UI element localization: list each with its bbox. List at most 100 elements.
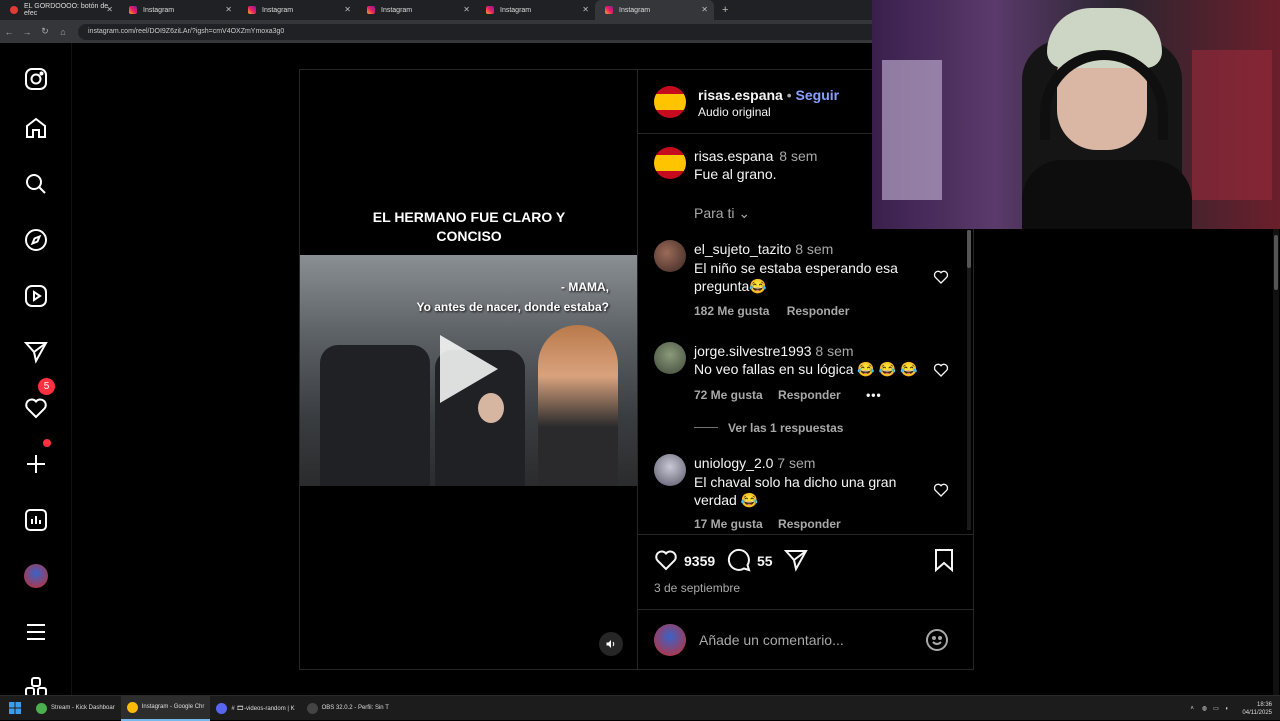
comment-time: 8 sem (795, 241, 834, 257)
new-activity-dot (43, 439, 51, 447)
reply-button[interactable]: Responder (778, 388, 841, 402)
tab-label: Instagram (619, 6, 651, 14)
taskbar-item[interactable]: # 🎞-videos-random | K (210, 696, 300, 721)
close-tab-icon[interactable]: ✕ (463, 5, 470, 14)
explore-compass-icon[interactable] (24, 228, 48, 252)
comment-likes[interactable]: 17 Me gusta (694, 517, 763, 531)
page-scroll-thumb[interactable] (1274, 235, 1278, 290)
dashboard-chart-icon[interactable] (24, 508, 48, 532)
taskbar-label: OBS 32.0.2 - Perfil: Sin T (321, 705, 389, 711)
url-text: instagram.com/reel/DOI9Z6ziLAr/?igsh=cmV… (88, 28, 285, 35)
audio-volume-icon[interactable] (599, 632, 623, 656)
browser-tab-active[interactable]: Instagram ✕ (595, 0, 714, 20)
instagram-logo-icon[interactable] (24, 67, 48, 91)
comment-likes[interactable]: 182 Me gusta (694, 304, 769, 318)
comment-avatar[interactable] (654, 342, 686, 374)
comment-avatar[interactable] (654, 147, 686, 179)
comment-username[interactable]: risas.espana (694, 148, 773, 164)
comments-scroll-thumb[interactable] (967, 230, 971, 268)
comment-likes[interactable]: 72 Me gusta (694, 388, 763, 402)
reload-icon[interactable]: ↻ (36, 26, 54, 37)
follow-button[interactable]: Seguir (796, 87, 840, 103)
taskbar-item[interactable]: Stream - Kick Dashboar (30, 696, 121, 721)
taskbar-item[interactable]: OBS 32.0.2 - Perfil: Sin T (301, 696, 395, 721)
taskbar-clock[interactable]: 18:36 04/11/2025 (1242, 701, 1272, 717)
comment-icon[interactable] (727, 548, 751, 577)
author-avatar[interactable] (654, 86, 686, 118)
video-caption-line: CONCISO (436, 228, 502, 244)
browser-tab[interactable]: Instagram ✕ (357, 0, 476, 20)
audio-label[interactable]: Audio original (698, 105, 771, 119)
instagram-favicon-icon (129, 6, 137, 14)
shelf (1192, 50, 1272, 200)
comment-username[interactable]: el_sujeto_tazito (694, 241, 791, 257)
sort-dropdown[interactable]: Para ti ⌄ (694, 205, 750, 222)
save-bookmark-icon[interactable] (933, 548, 955, 577)
emoji-icon[interactable] (925, 628, 949, 657)
close-tab-icon[interactable]: ✕ (344, 5, 351, 14)
new-tab-button[interactable]: + (722, 4, 728, 16)
add-comment-input[interactable]: Añade un comentario... (699, 632, 844, 648)
youtube-favicon-icon (10, 6, 18, 14)
like-comment-icon[interactable] (933, 482, 949, 498)
comment-line: verdad 😂 (694, 492, 759, 508)
more-options-icon[interactable]: ••• (866, 388, 882, 402)
reply-button[interactable]: Responder (778, 517, 841, 531)
separator-dot: • (786, 87, 792, 103)
close-tab-icon[interactable]: ✕ (106, 5, 113, 14)
instagram-favicon-icon (367, 6, 375, 14)
comment-username[interactable]: uniology_2.0 (694, 455, 773, 471)
instagram-favicon-icon (248, 6, 256, 14)
comments-scrollbar[interactable] (967, 230, 971, 530)
comment-count: 55 (757, 553, 773, 569)
search-icon[interactable] (24, 172, 48, 196)
streamer-webcam (872, 0, 1280, 229)
post-header: risas.espana • Seguir (698, 87, 839, 103)
home-nav-icon[interactable] (24, 116, 48, 140)
play-icon[interactable] (440, 335, 498, 403)
browser-tab[interactable]: Instagram ✕ (476, 0, 595, 20)
back-icon[interactable]: ← (0, 27, 18, 37)
profile-avatar[interactable] (24, 564, 48, 588)
video-caption: EL HERMANO FUE CLARO Y CONCISO (300, 208, 638, 246)
home-icon[interactable]: ⌂ (54, 27, 72, 37)
share-send-icon[interactable] (783, 548, 808, 577)
tray-chevron-icon[interactable]: ˄ (1190, 706, 1194, 712)
taskbar-label: Stream - Kick Dashboar (51, 705, 115, 711)
browser-tab[interactable]: Instagram ✕ (119, 0, 238, 20)
heart-notifications-icon[interactable] (24, 396, 48, 420)
taskbar-item-active[interactable]: Instagram - Google Chr (120, 695, 211, 721)
author-comment-header: risas.espana 8 sem (694, 148, 817, 164)
comment-username[interactable]: jorge.silvestre1993 (694, 343, 812, 359)
close-tab-icon[interactable]: ✕ (582, 5, 589, 14)
windows-start-icon[interactable] (0, 696, 30, 721)
create-plus-icon[interactable] (24, 452, 48, 476)
volume-icon[interactable]: ◖ (1225, 706, 1229, 712)
microphone-icon[interactable]: ◍ (1202, 705, 1207, 712)
page-scrollbar[interactable] (1273, 229, 1279, 695)
comment-avatar[interactable] (654, 454, 686, 486)
like-icon[interactable] (654, 548, 678, 577)
like-count[interactable]: 9359 (684, 553, 715, 569)
author-username[interactable]: risas.espana (698, 87, 783, 103)
forward-icon[interactable]: → (18, 27, 36, 37)
instagram-favicon-icon (605, 6, 613, 14)
comment-avatar[interactable] (654, 240, 686, 272)
close-tab-icon[interactable]: ✕ (225, 5, 232, 14)
clock-date: 04/11/2025 (1242, 709, 1272, 716)
like-comment-icon[interactable] (933, 362, 949, 378)
menu-hamburger-icon[interactable] (24, 620, 48, 644)
network-icon[interactable]: ▭ (1213, 705, 1219, 712)
reel-video[interactable]: EL HERMANO FUE CLARO Y CONCISO - MAMA, Y… (300, 70, 638, 669)
close-tab-icon[interactable]: ✕ (701, 5, 708, 14)
comment-time: 7 sem (777, 455, 816, 471)
messages-send-icon[interactable] (24, 340, 48, 364)
comment-text: Fue al grano. (694, 166, 777, 182)
browser-tab[interactable]: Instagram ✕ (238, 0, 357, 20)
view-replies-button[interactable]: Ver las 1 respuestas (728, 421, 843, 435)
reels-icon[interactable] (24, 284, 48, 308)
comment-box-divider (638, 609, 973, 610)
like-comment-icon[interactable] (933, 269, 949, 285)
reply-button[interactable]: Responder (787, 304, 850, 318)
browser-tab[interactable]: EL GORDOOOO: botón de efec ✕ (0, 0, 119, 20)
